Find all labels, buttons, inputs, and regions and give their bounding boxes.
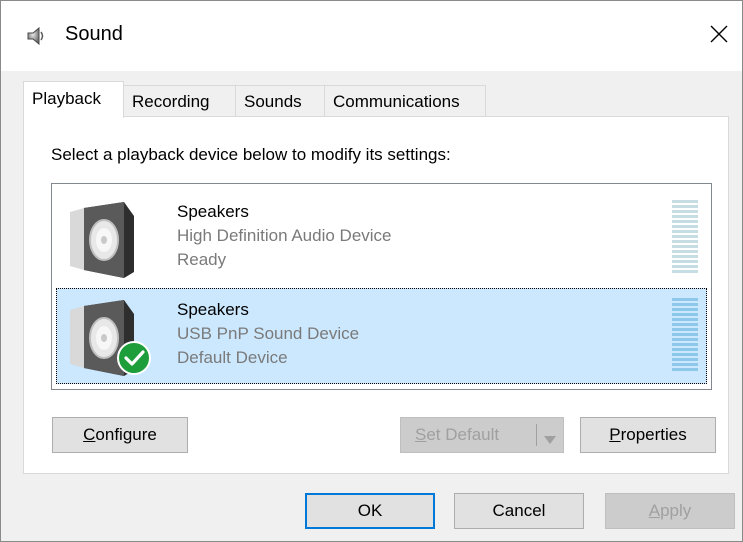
dropdown-arrow-icon[interactable] <box>543 430 557 444</box>
window-title: Sound <box>65 23 123 45</box>
tab-recording[interactable]: Recording <box>123 85 236 117</box>
device-list[interactable]: Speakers High Definition Audio Device Re… <box>51 183 712 390</box>
apply-mnemonic: A <box>648 501 661 520</box>
device-name: Speakers <box>177 300 249 319</box>
title-bar: Sound <box>1 1 742 71</box>
speaker-icon <box>25 24 49 48</box>
configure-mnemonic: C <box>83 425 96 444</box>
default-check-icon <box>116 340 152 376</box>
ok-button[interactable]: OK <box>305 493 435 529</box>
volume-level-meter <box>672 200 698 276</box>
volume-level-meter <box>672 298 698 374</box>
sound-dialog: Sound Playback Recording Sounds Communic… <box>0 0 743 542</box>
device-name: Speakers <box>177 202 249 221</box>
close-icon <box>709 24 729 49</box>
device-description: High Definition Audio Device <box>177 226 392 245</box>
tab-playback[interactable]: Playback <box>23 81 124 118</box>
device-status: Default Device <box>177 348 288 367</box>
apply-button[interactable]: Apply <box>605 493 735 529</box>
tab-sounds[interactable]: Sounds <box>235 85 325 117</box>
split-separator <box>536 424 537 446</box>
playback-panel: Select a playback device below to modify… <box>23 116 729 474</box>
device-item-usb-pnp[interactable]: Speakers USB PnP Sound Device Default De… <box>56 288 707 384</box>
properties-button[interactable]: Properties <box>580 417 716 453</box>
device-status: Ready <box>177 250 227 269</box>
instructions-label: Select a playback device below to modify… <box>51 145 451 164</box>
set-default-mnemonic: S <box>415 425 427 444</box>
speaker-device-icon <box>68 200 142 278</box>
tab-communications[interactable]: Communications <box>324 85 486 117</box>
cancel-button[interactable]: Cancel <box>454 493 584 529</box>
properties-mnemonic: P <box>609 425 621 444</box>
close-button[interactable] <box>696 13 742 59</box>
device-item-hd-audio[interactable]: Speakers High Definition Audio Device Re… <box>56 190 707 286</box>
set-default-label: et Default <box>426 425 500 444</box>
device-description: USB PnP Sound Device <box>177 324 360 343</box>
dialog-footer: OK Cancel Apply <box>1 474 742 542</box>
properties-label: roperties <box>620 425 687 444</box>
apply-label: pply <box>660 501 692 520</box>
set-default-button[interactable]: Set Default <box>400 417 564 453</box>
configure-button[interactable]: Configure <box>52 417 188 453</box>
configure-label: onfigure <box>95 425 157 444</box>
